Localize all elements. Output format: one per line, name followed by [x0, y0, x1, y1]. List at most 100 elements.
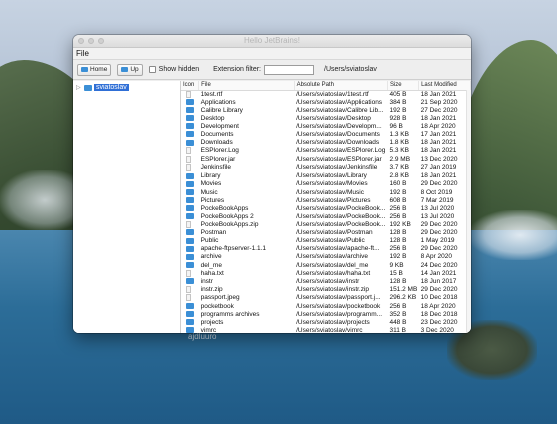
file-name-cell: instr: [200, 277, 213, 285]
size-cell: 9 KB: [389, 261, 404, 269]
absolute-path-cell: /Users/sviatoslav/instr.zip: [296, 286, 370, 294]
table-row[interactable]: Downloads/Users/sviatoslav/Downloads 1.8 …: [181, 139, 471, 147]
file-icon: [186, 155, 191, 163]
table-row[interactable]: instr.zip/Users/sviatoslav/instr.zip 151.…: [181, 286, 471, 294]
table-row[interactable]: archive/Users/sviatoslav/archive 192 B 8 A…: [181, 253, 471, 261]
table-row[interactable]: Movies/Users/sviatoslav/Movies 160 B 29 De…: [181, 180, 471, 188]
table-row[interactable]: ESPlorer.Log/Users/sviatoslav/ESPlorer.L…: [181, 147, 471, 155]
folder-icon: [186, 131, 194, 138]
table-row[interactable]: Desktop/Users/sviatoslav/Desktop 928 B 18 …: [181, 115, 471, 123]
home-button[interactable]: Home: [77, 63, 112, 76]
last-modified-cell: 1 May 2019: [420, 237, 455, 245]
row-icon-cell: [181, 253, 199, 261]
file-name-cell: vimrc: [200, 326, 217, 333]
main-content: ▷ sviatoslav Icon File Absolute Path Siz…: [73, 81, 471, 333]
table-row[interactable]: Applications/Users/sviatoslav/Applicatio…: [181, 99, 471, 107]
absolute-path-cell: /Users/sviatoslav/pocketbook: [296, 302, 381, 310]
column-header-size[interactable]: Size: [387, 81, 420, 91]
folder-icon: [186, 123, 194, 130]
table-row[interactable]: projects/Users/sviatoslav/projects 448 B 2…: [181, 319, 471, 327]
size-cell: 296.2 KB: [389, 294, 417, 302]
row-icon-cell: [181, 204, 199, 213]
row-icon-cell: [181, 327, 199, 333]
show-hidden-checkbox[interactable]: Show hidden: [148, 66, 199, 73]
table-row[interactable]: pocketbook/Users/sviatoslav/pocketbook 25…: [181, 303, 471, 311]
folder-icon: [84, 84, 92, 91]
file-name-cell: programms archives: [200, 310, 260, 318]
absolute-path-cell: /Users/sviatoslav/Postman: [296, 229, 373, 237]
column-header-icon[interactable]: Icon: [181, 81, 200, 91]
table-row[interactable]: PockeBookApps/Users/sviatoslav/PockeBook…: [181, 205, 471, 213]
column-header-file[interactable]: File: [198, 81, 295, 91]
file-icon: [186, 147, 191, 155]
extension-filter-input[interactable]: [264, 64, 314, 75]
size-cell: 192 B: [389, 253, 407, 261]
table-row[interactable]: 1test.rtf/Users/sviatoslav/1test.rtf 405 …: [181, 90, 471, 99]
tree-node-root[interactable]: ▷ sviatoslav: [76, 84, 129, 91]
row-icon-cell: [181, 311, 199, 319]
folder-icon: [186, 196, 194, 203]
directory-tree[interactable]: ▷ sviatoslav: [73, 81, 181, 333]
absolute-path-cell: /Users/sviatoslav/Library: [296, 172, 367, 180]
last-modified-cell: 29 Dec 2020: [420, 180, 458, 188]
expand-arrow-icon[interactable]: ▷: [76, 84, 82, 91]
row-icon-cell: [181, 147, 199, 155]
file-table[interactable]: Icon File Absolute Path Size Last Modifi…: [181, 81, 471, 333]
vertical-scrollbar[interactable]: [466, 90, 471, 333]
row-icon-cell: [181, 155, 199, 164]
table-row[interactable]: PockeBookApps.zip/Users/sviatoslav/Pocke…: [181, 220, 471, 229]
table-row[interactable]: Development/Users/sviatoslav/Developm...…: [181, 123, 471, 131]
row-icon-cell: [181, 139, 199, 147]
table-row[interactable]: Music/Users/sviatoslav/Music 192 B 8 Oct 2…: [181, 189, 471, 197]
row-icon-cell: [181, 278, 199, 286]
absolute-path-cell: /Users/sviatoslav/programm...: [296, 310, 383, 318]
column-header-path[interactable]: Absolute Path: [294, 81, 388, 91]
absolute-path-cell: /Users/sviatoslav/ESPlorer.jar: [296, 155, 382, 163]
size-cell: 128 B: [389, 277, 407, 285]
table-row[interactable]: instr/Users/sviatoslav/instr 128 B 18 Jun …: [181, 278, 471, 286]
folder-icon: [186, 261, 194, 268]
folder-icon: [186, 139, 194, 146]
desktop-icon-label[interactable]: ajdluuro: [188, 332, 216, 341]
row-icon-cell: [181, 213, 199, 221]
last-modified-cell: 13 Dec 2020: [420, 155, 458, 163]
last-modified-cell: 18 Dec 2018: [420, 310, 458, 318]
table-row[interactable]: ESPlorer.jar/Users/sviatoslav/ESPlorer.j…: [181, 155, 471, 164]
column-header-modified[interactable]: Last Modified: [418, 81, 471, 91]
size-cell: 15 B: [389, 269, 403, 277]
absolute-path-cell: /Users/sviatoslav/instr: [296, 277, 360, 285]
table-row[interactable]: Postman/Users/sviatoslav/Postman 128 B 29 …: [181, 229, 471, 237]
table-row[interactable]: PockeBookApps 2/Users/sviatoslav/PockeBo…: [181, 213, 471, 221]
folder-icon: [186, 245, 194, 252]
folder-icon: [186, 188, 194, 195]
table-row[interactable]: Jenkinsfile/Users/sviatoslav/Jenkinsfile…: [181, 164, 471, 172]
size-cell: 192 B: [389, 106, 407, 114]
row-icon-cell: [181, 294, 199, 302]
absolute-path-cell: /Users/sviatoslav/Desktop: [296, 115, 371, 122]
menu-file[interactable]: File: [76, 49, 89, 58]
table-row[interactable]: passport.jpeg/Users/sviatoslav/passport.…: [181, 294, 471, 302]
file-name-cell: haha.txt: [200, 269, 224, 277]
row-icon-cell: [181, 302, 199, 311]
table-row[interactable]: Public/Users/sviatoslav/Public 128 B 1 May…: [181, 237, 471, 245]
row-icon-cell: [181, 286, 199, 294]
row-icon-cell: [181, 229, 199, 237]
last-modified-cell: 24 Dec 2020: [420, 261, 458, 269]
table-row[interactable]: del_me/Users/sviatoslav/del_me 9 KB 24 Dec…: [181, 262, 471, 270]
table-row[interactable]: vimrc/Users/sviatoslav/vimrc 311 B 3 Dec 2…: [181, 327, 471, 333]
size-cell: 2.9 MB: [389, 155, 411, 163]
table-row[interactable]: apache-ftpserver-1.1.1/Users/sviatoslav/…: [181, 245, 471, 253]
up-button[interactable]: Up: [117, 63, 143, 76]
table-row[interactable]: haha.txt/Users/sviatoslav/haha.txt 15 B 14…: [181, 269, 471, 278]
table-row[interactable]: Pictures/Users/sviatoslav/Pictures 608 B 7…: [181, 197, 471, 205]
file-name-cell: passport.jpeg: [200, 294, 240, 302]
table-row[interactable]: programms archives/Users/sviatoslav/prog…: [181, 311, 471, 319]
row-icon-cell: [181, 261, 199, 270]
checkbox-icon[interactable]: [148, 66, 156, 73]
table-row[interactable]: Calibre Library/Users/sviatoslav/Calibre…: [181, 107, 471, 115]
tree-node-label[interactable]: sviatoslav: [94, 84, 129, 91]
title-bar[interactable]: Hello JetBrains!: [73, 35, 471, 48]
table-row[interactable]: Documents/Users/sviatoslav/Documents 1.3 …: [181, 131, 471, 139]
table-row[interactable]: Library/Users/sviatoslav/Library 2.8 KB 18…: [181, 172, 471, 180]
file-name-cell: Development: [200, 123, 239, 131]
